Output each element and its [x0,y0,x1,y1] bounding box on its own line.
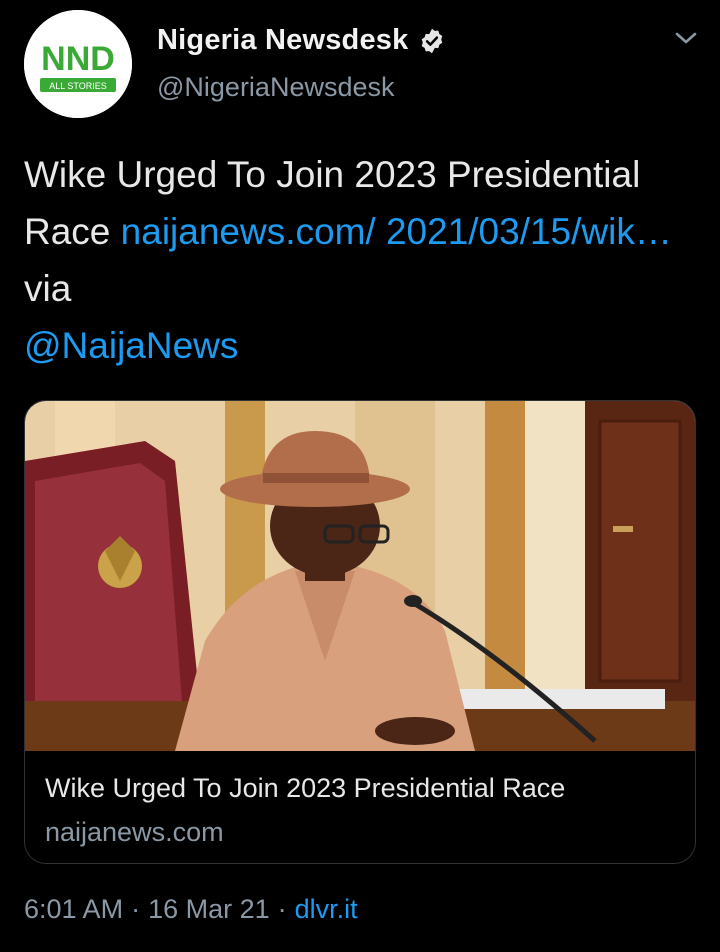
verified-badge-icon [422,28,443,53]
tweet-meta: 6:01 AM · 16 Mar 21 · dlvr.it [24,894,358,925]
nnd-logo-icon: NND ALL STORIES [24,10,132,118]
tweet-via: via [24,268,72,309]
avatar-logo-text: NND [41,40,115,78]
meta-separator: · [131,894,141,924]
link-preview-card[interactable]: Wike Urged To Join 2023 Presidential Rac… [24,400,696,864]
tweet-link[interactable]: naijanews.com/ 2021/03/15/wik… [121,211,672,252]
card-domain: naijanews.com [45,817,224,847]
author-handle[interactable]: @NigeriaNewsdesk [157,72,395,103]
author-display-name[interactable]: Nigeria Newsdesk [157,24,408,57]
tweet-time[interactable]: 6:01 AM [24,894,123,925]
tweet-date[interactable]: 16 Mar 21 [148,894,270,925]
tweet-source-link[interactable]: dlvr.it [295,894,358,925]
chevron-down-icon[interactable] [672,26,700,50]
avatar-sub-text: ALL STORIES [49,81,107,91]
tweet-text: Wike Urged To Join 2023 Presidential Rac… [24,146,704,374]
tweet-mention[interactable]: @NaijaNews [24,325,238,366]
card-title[interactable]: Wike Urged To Join 2023 Presidential Rac… [45,773,565,804]
article-photo [25,401,695,751]
author-avatar[interactable]: NND ALL STORIES [24,10,132,118]
meta-separator: · [277,894,287,924]
author-name-row[interactable]: Nigeria Newsdesk [157,24,446,57]
